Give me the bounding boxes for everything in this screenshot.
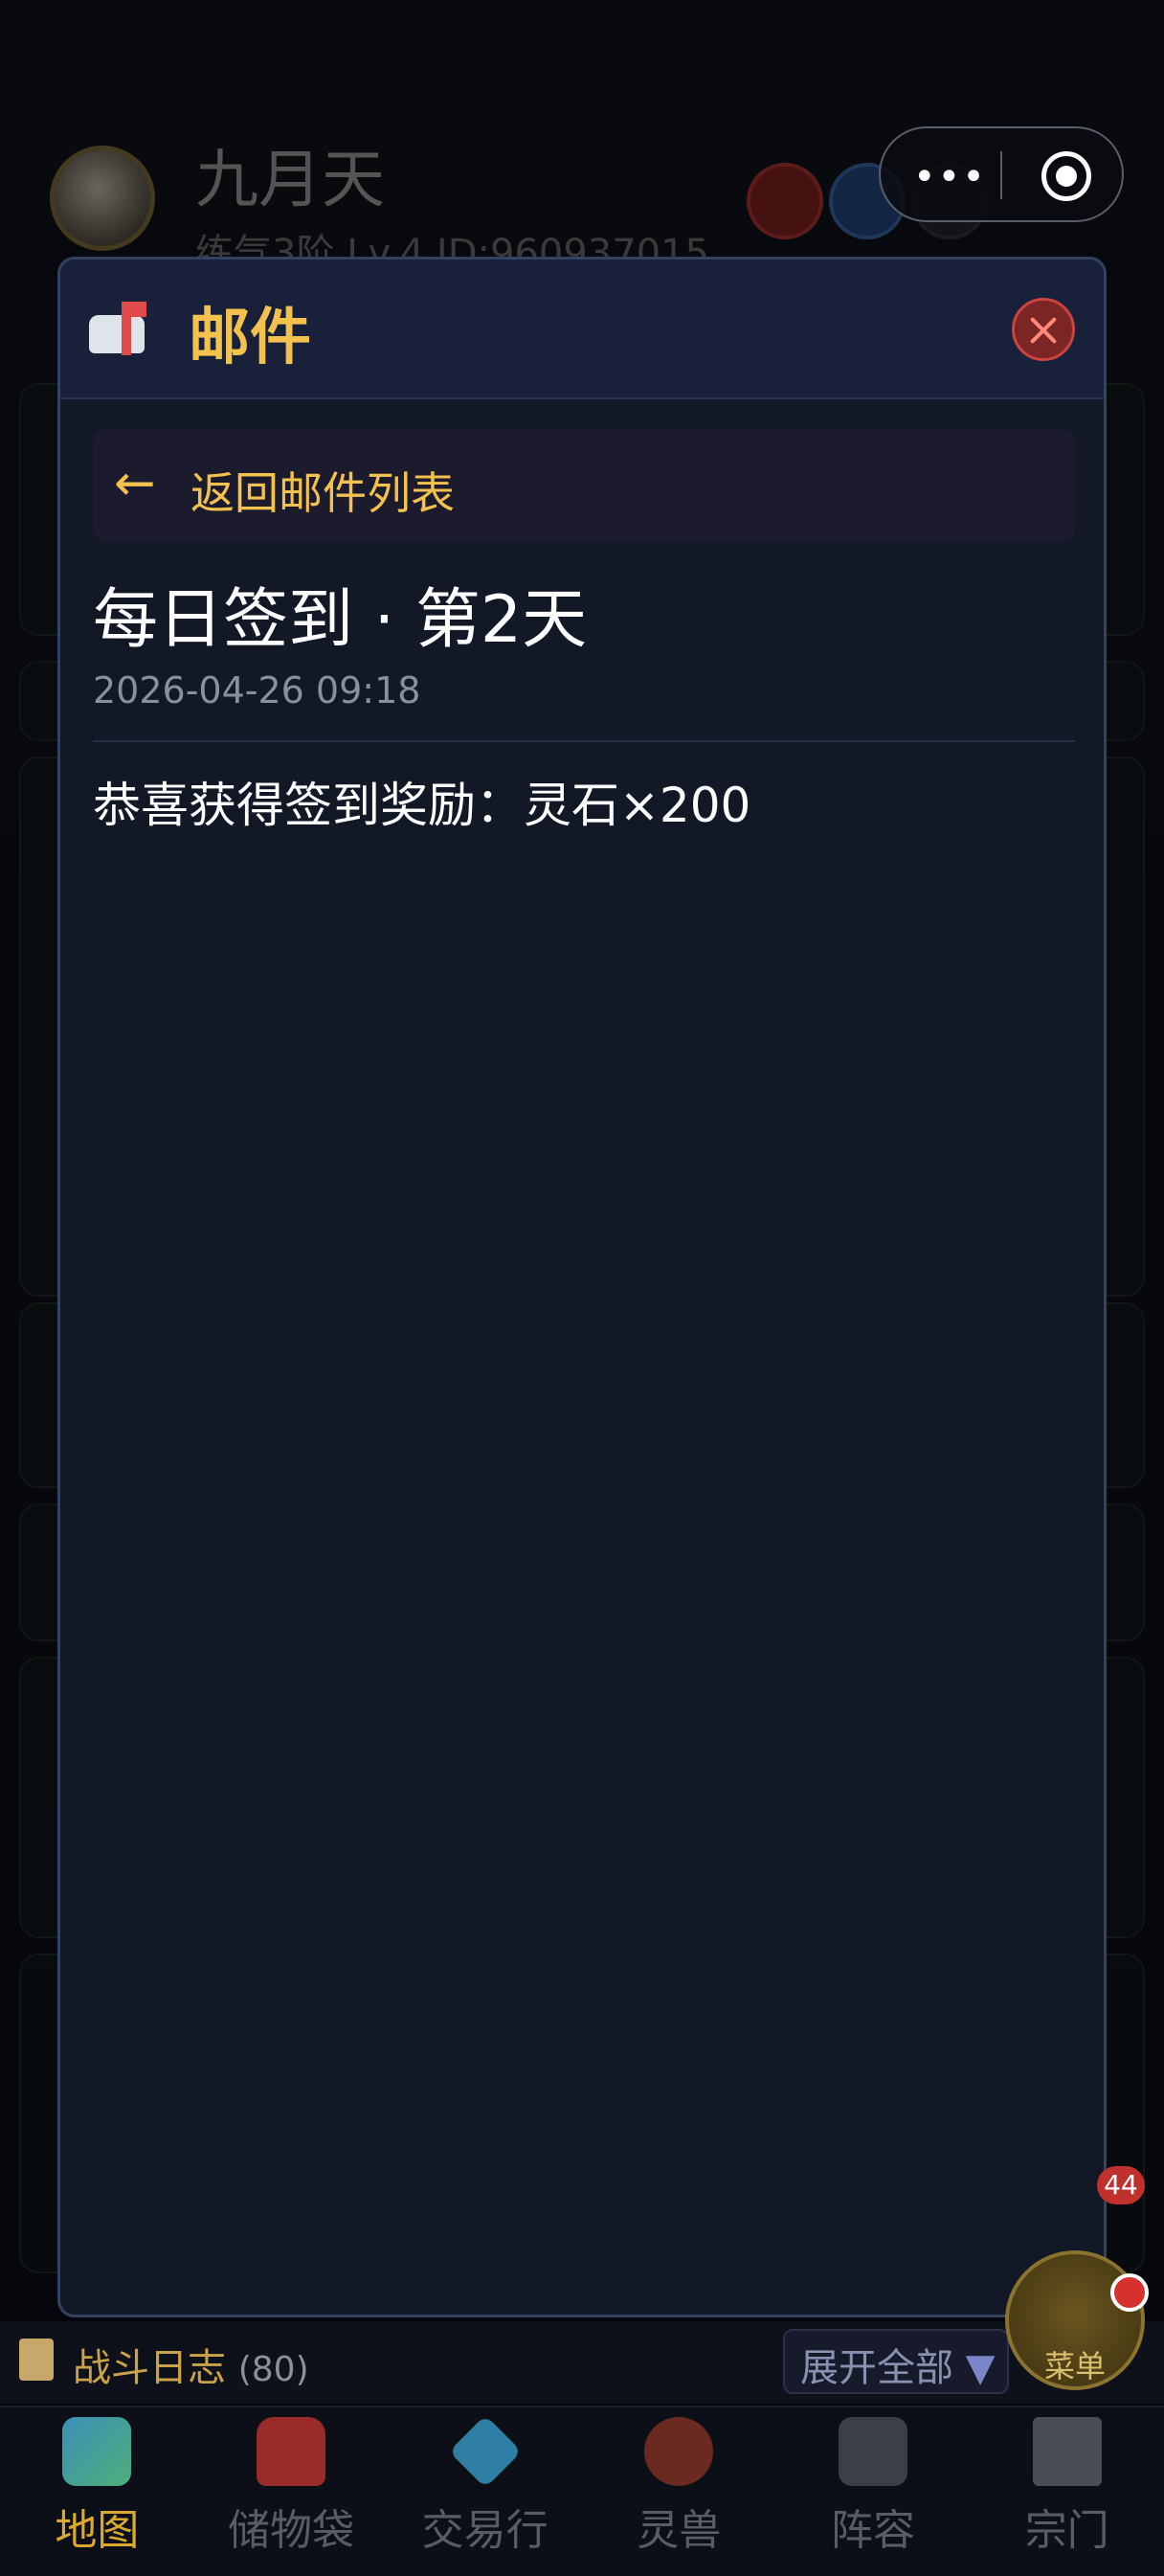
more-icon[interactable]: ••• [913,155,987,199]
back-label: 返回邮件列表 [190,467,455,519]
menu-fab-button[interactable]: 菜单 [1005,2250,1145,2390]
nav-label: 交易行 [421,2506,548,2555]
nav-item-sect[interactable]: 宗门 [970,2407,1164,2576]
temple-icon [1032,2417,1102,2486]
nav-item-trade[interactable]: 交易行 [388,2407,582,2576]
nav-label: 阵容 [831,2506,916,2555]
modal-title: 邮件 [189,303,311,373]
close-miniprogram-icon[interactable] [1041,151,1091,201]
clipboard-icon [19,2339,54,2381]
mail-modal: 邮件 ← 返回邮件列表 每日签到 · 第2天 2026-04-26 09:18 … [57,257,1107,2317]
battle-log-label: 战斗日志 [73,2346,226,2390]
red-dot-indicator [1110,2273,1149,2312]
swords-icon [839,2417,908,2486]
diamond-icon [448,2414,522,2489]
bag-icon [257,2417,325,2486]
battle-log-count: (80) [237,2350,309,2389]
paw-icon [644,2417,714,2486]
nav-label: 储物袋 [228,2506,354,2555]
close-button[interactable] [1012,298,1075,361]
nav-label: 灵兽 [637,2506,722,2555]
notification-badge: 44 [1097,2166,1145,2204]
capsule-divider [1000,151,1002,199]
mail-subject: 每日签到 · 第2天 [93,582,588,658]
modal-header: 邮件 [60,260,1104,399]
divider [93,740,1075,742]
mailbox-icon [89,302,156,359]
map-icon [62,2417,132,2486]
triangle-down-icon: ▼ [965,2346,996,2390]
mail-body: 恭喜获得签到奖励：灵石×200 [93,778,751,833]
nav-item-bag[interactable]: 储物袋 [194,2407,389,2576]
bottom-nav: 地图 储物袋 交易行 灵兽 阵容 宗门 [0,2406,1164,2576]
arrow-left-icon: ← [114,455,156,512]
nav-item-team[interactable]: 阵容 [776,2407,971,2576]
nav-label: 宗门 [1024,2506,1109,2555]
mail-date: 2026-04-26 09:18 [93,669,421,712]
battle-log-bar: 战斗日志 (80) 展开全部 ▼ [0,2321,1164,2404]
expand-all-label: 展开全部 [800,2346,953,2390]
nav-item-beast[interactable]: 灵兽 [582,2407,776,2576]
nav-item-map[interactable]: 地图 [0,2407,194,2576]
expand-all-button[interactable]: 展开全部 ▼ [783,2329,1009,2394]
menu-label: 菜单 [1043,2348,1106,2384]
nav-label: 地图 [55,2506,140,2555]
miniprogram-capsule: ••• [879,126,1124,222]
back-to-mail-list-button[interactable]: ← 返回邮件列表 [93,430,1075,541]
battle-log-title[interactable]: 战斗日志 (80) [73,2337,309,2392]
